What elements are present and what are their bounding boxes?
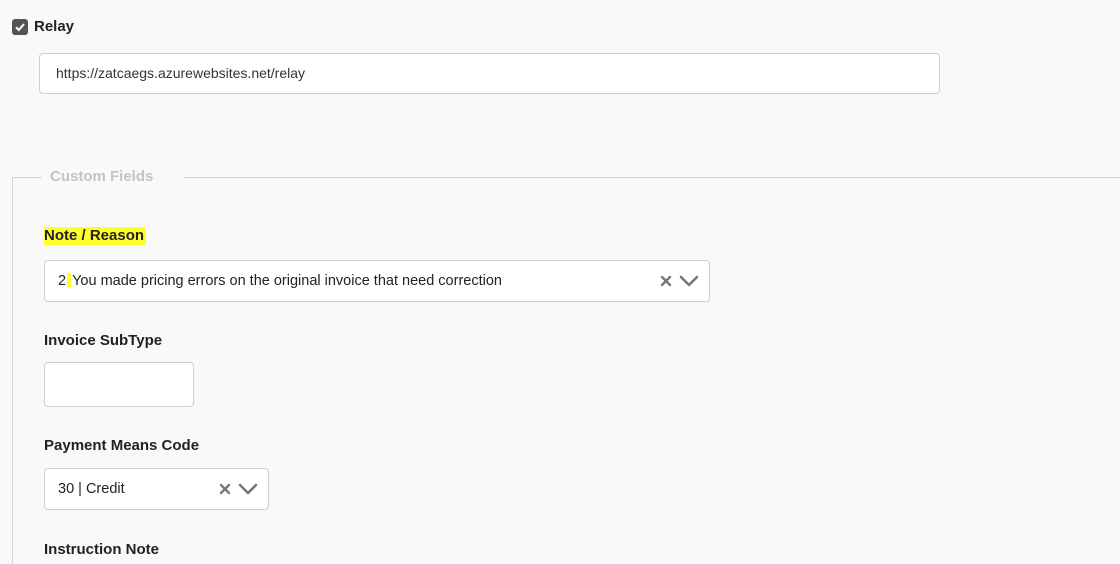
fieldset-border <box>12 177 13 564</box>
custom-fields-legend: Custom Fields <box>50 168 154 185</box>
relay-label: Relay <box>34 18 75 35</box>
relay-checkbox[interactable] <box>12 18 28 35</box>
payment-means-code-value: 30 | Credit <box>58 481 125 497</box>
clear-icon[interactable] <box>218 482 232 496</box>
payment-means-code-select[interactable]: 30 | Credit <box>44 468 269 510</box>
relay-url-input[interactable]: https://zatcaegs.azurewebsites.net/relay <box>39 53 940 94</box>
fieldset-border <box>12 177 42 178</box>
relay-toggle[interactable]: Relay <box>12 18 74 35</box>
instruction-note-label: Instruction Note <box>44 541 159 558</box>
fieldset-border <box>184 177 1120 178</box>
invoice-subtype-input[interactable] <box>44 362 194 407</box>
note-reason-value: 2 You made pricing errors on the original… <box>58 273 502 289</box>
highlight-mark <box>67 273 72 287</box>
note-reason-label: Note / Reason <box>44 227 147 245</box>
chevron-down-icon[interactable] <box>238 482 258 496</box>
note-reason-select[interactable]: 2 You made pricing errors on the original… <box>44 260 710 302</box>
check-icon <box>15 22 25 31</box>
relay-url-value: https://zatcaegs.azurewebsites.net/relay <box>56 65 306 81</box>
invoice-subtype-label: Invoice SubType <box>44 332 163 349</box>
chevron-down-icon[interactable] <box>679 274 699 288</box>
clear-icon[interactable] <box>659 274 673 288</box>
payment-means-code-label: Payment Means Code <box>44 437 200 454</box>
